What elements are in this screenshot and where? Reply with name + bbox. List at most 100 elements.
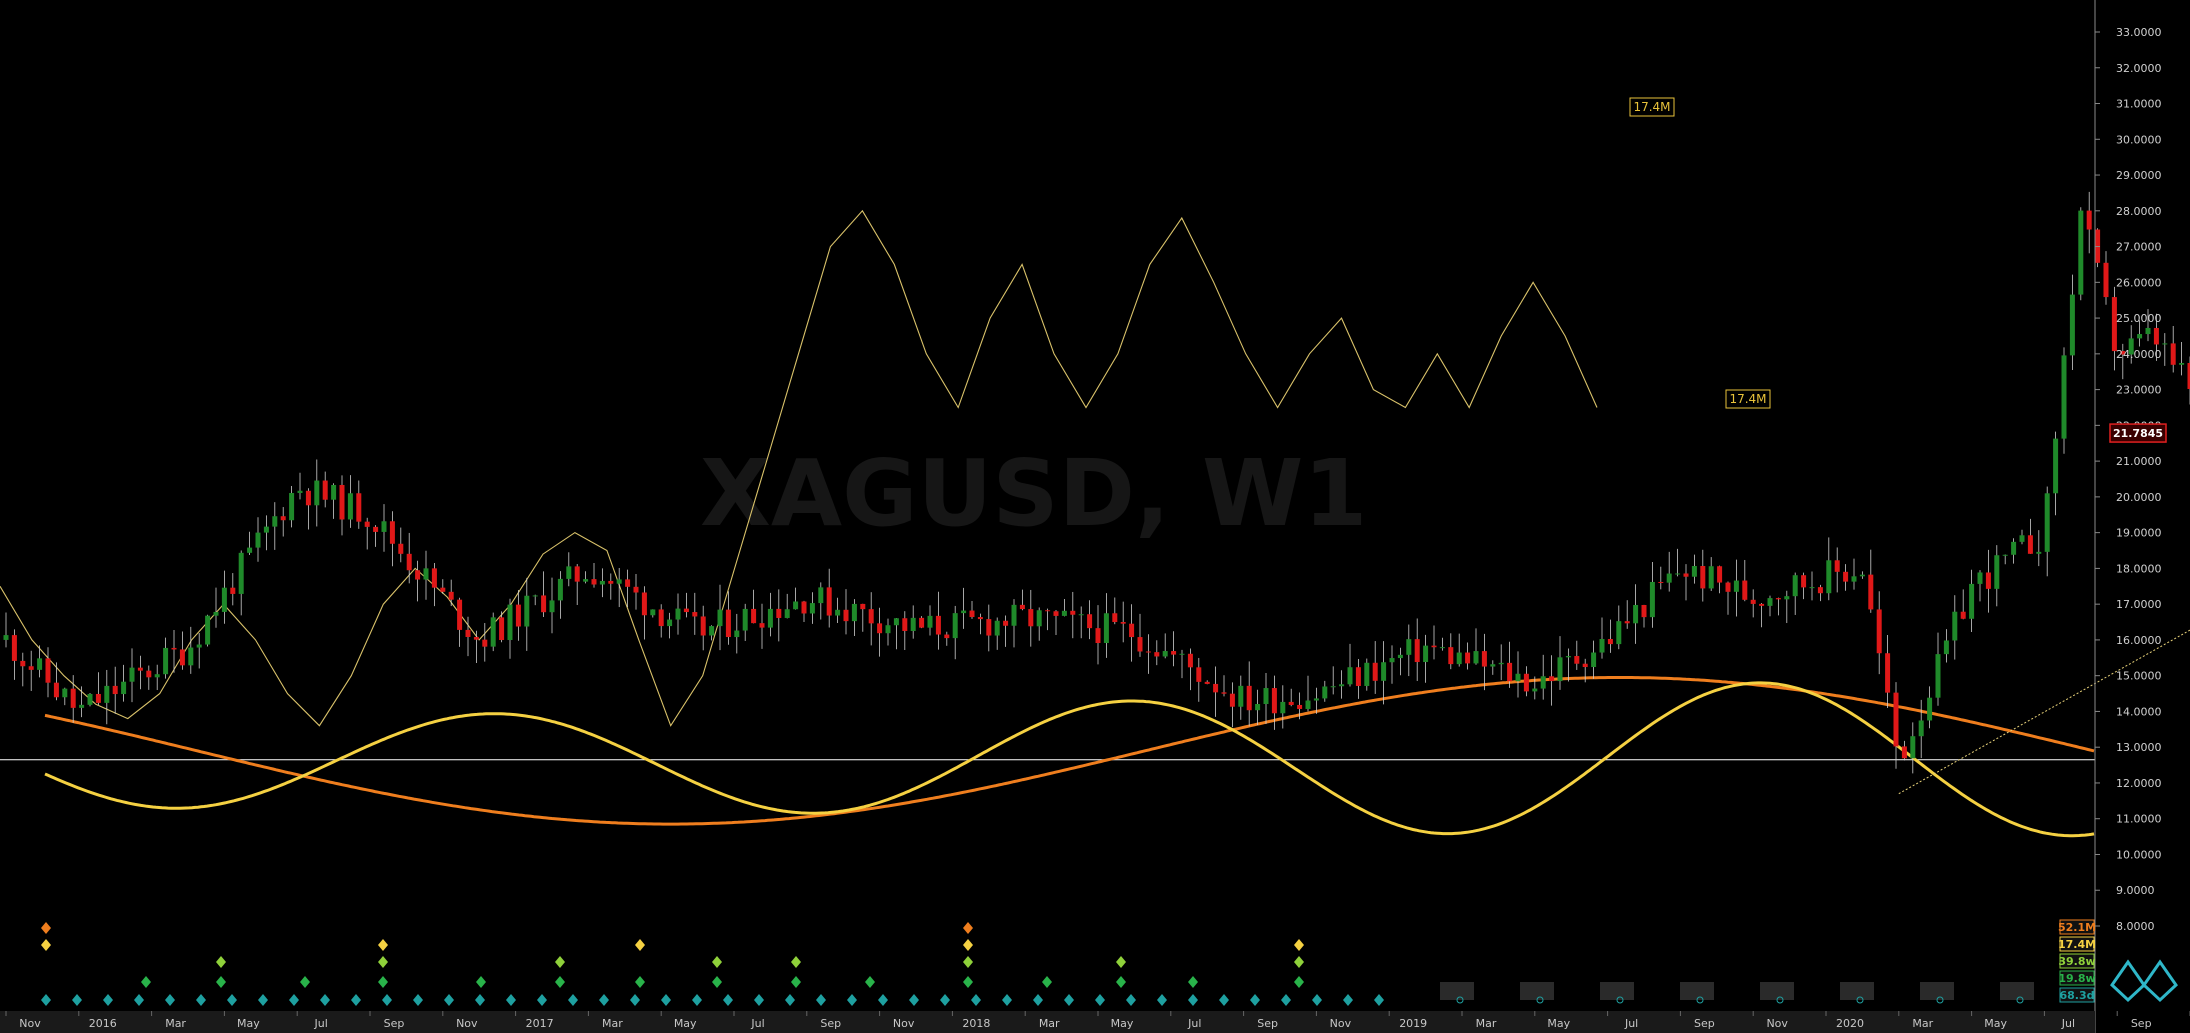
candle-body [205,615,211,645]
candle-body [700,616,706,636]
candle-body [1549,676,1555,682]
candle-body [1280,701,1286,714]
candle-body [431,568,437,588]
candle-body [1448,647,1454,665]
candle-body [549,600,555,613]
candle-body [835,609,841,616]
candle-body [583,579,589,582]
date-tick-label: Sep [384,1017,405,1030]
candle-body [1767,598,1773,606]
candle-body [314,480,320,506]
candle-body [1439,647,1445,649]
date-tick-label: Sep [1694,1017,1715,1030]
candle-body [524,595,530,627]
candle-body [1414,639,1420,663]
price-tick-label: 19.0000 [2116,527,2162,540]
date-tick-label: Jul [750,1017,764,1030]
candle-body [289,493,295,521]
cycle-projection-box [1440,982,1474,1000]
candle-body [1666,573,1672,583]
candle-body [1532,688,1538,692]
candle-body [1565,656,1571,658]
candle-body [389,521,395,544]
candle-body [53,682,59,698]
candle-body [238,552,244,594]
candle-body [1759,603,1765,606]
candle-body [1591,652,1597,668]
candle-body [2179,362,2185,365]
date-tick-label: May [674,1017,697,1030]
candle-body [2036,551,2042,554]
candle-body [725,609,731,638]
candle-body [1187,653,1193,668]
candle-body [1675,573,1681,575]
date-tick-label: May [1984,1017,2007,1030]
price-tick-label: 13.0000 [2116,741,2162,754]
trendline-label: 17.4M [1633,100,1670,114]
candle-body [1389,658,1395,663]
candle-body [860,603,866,610]
candle-body [944,634,950,639]
candle-body [1876,609,1882,654]
candle-body [566,566,572,579]
candle-body [2162,343,2168,345]
candle-body [280,516,286,521]
candle-body [826,587,832,616]
candle-body [2137,334,2143,339]
candle-body [188,647,194,666]
candle-body [591,579,597,585]
candle-body [1179,653,1185,655]
candle-body [1801,575,1807,588]
candle-body [305,490,311,506]
candle-body [45,658,51,683]
candle-body [129,667,135,682]
price-tick-label: 10.0000 [2116,848,2162,861]
candle-body [910,617,916,631]
candle-body [1515,673,1521,682]
candle-body [793,601,799,610]
candle-body [935,615,941,635]
candle-body [1775,598,1781,600]
candle-body [1624,621,1630,624]
candle-body [692,612,698,617]
candle-body [137,667,143,671]
candle-body [1297,704,1303,709]
candle-body [801,601,807,614]
candle-body [717,609,723,627]
candle-body [1490,664,1496,667]
candle-body [1137,637,1143,652]
date-tick-label: Jul [314,1017,328,1030]
candle-body [1381,662,1387,681]
price-tick-label: 21.0000 [2116,455,2162,468]
candle-body [751,608,757,624]
candle-body [902,618,908,631]
candle-body [1271,688,1277,714]
candle-body [515,604,521,627]
date-tick-label: Mar [165,1017,186,1030]
candle-body [2019,535,2025,542]
candle-body [1246,685,1252,711]
candle-body [263,526,269,533]
date-tick-label: Sep [820,1017,841,1030]
candle-body [1456,652,1462,665]
candle-body [20,660,26,667]
candle-body [927,615,933,628]
candle-body [398,543,404,554]
candle-body [70,688,76,708]
price-tick-label: 26.0000 [2116,276,2162,289]
candle-body [734,630,740,638]
candle-body [1985,572,1991,589]
candle-body [1717,566,1723,583]
date-tick-label: Nov [19,1017,41,1030]
price-tick-label: 25.0000 [2116,312,2162,325]
candle-body [440,587,446,592]
price-tick-label: 12.0000 [2116,777,2162,790]
candle-body [2103,262,2109,298]
candle-body [667,619,673,627]
candle-body [28,666,34,670]
price-tick-label: 15.0000 [2116,670,2162,683]
date-tick-label: Sep [2131,1017,2152,1030]
candle-body [1792,575,1798,597]
candle-body [1204,681,1210,684]
candle-body [1347,667,1353,685]
